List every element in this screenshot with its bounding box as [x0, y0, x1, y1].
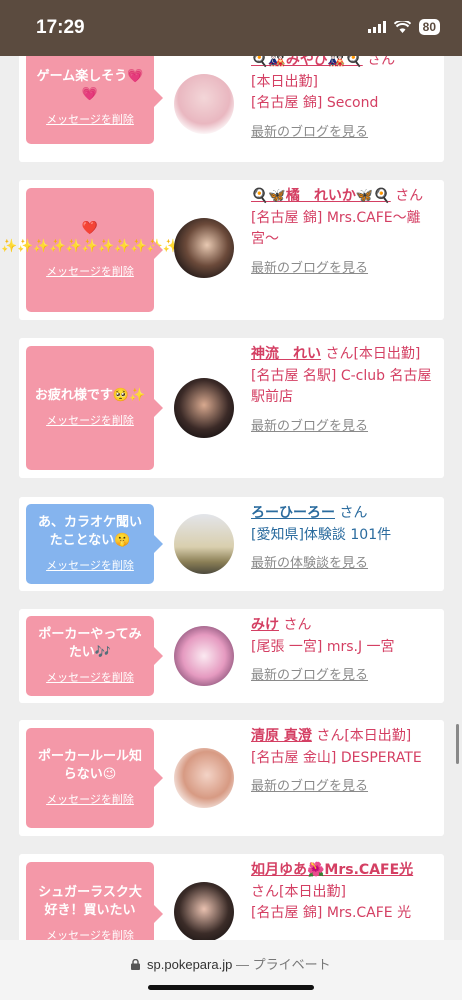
profile-info: みけ さん [尾張 一宮] mrs.J 一宮 最新のブログを見る — [251, 615, 439, 687]
message-bubble: ポーカーやってみたい🎶 メッセージを削除 — [26, 616, 163, 696]
avatar[interactable] — [174, 378, 234, 438]
list-item: ゲーム楽しそう💗💗 メッセージを削除 🍳🎎みやび🎎🍳 さん [本日出勤] [名古… — [19, 56, 444, 162]
latest-blog-link[interactable]: 最新のブログを見る — [251, 123, 439, 143]
attendance-status: [本日出勤] — [251, 73, 318, 90]
shop-name: [尾張 一宮] mrs.J 一宮 — [251, 638, 395, 655]
profile-info: 如月ゆあ🌺Mrs.CAFE光 さん[本日出勤] [名古屋 錦] Mrs.CAFE… — [251, 860, 439, 925]
profile-name-link[interactable]: 清原 真澄 — [251, 728, 312, 744]
message-bubble: ❤️✨✨✨✨✨✨✨✨✨✨✨ メッセージを削除 — [1, 188, 179, 312]
honorific: さん — [339, 505, 368, 521]
message-text: ❤️✨✨✨✨✨✨✨✨✨✨✨ — [0, 221, 180, 254]
shop-name: [名古屋 錦] Second — [251, 95, 379, 112]
url-domain: sp.pokepara.jp — [147, 957, 233, 972]
delete-message-link[interactable]: メッセージを削除 — [46, 671, 134, 686]
latest-blog-link[interactable]: 最新のブログを見る — [251, 666, 439, 686]
avatar[interactable] — [174, 74, 234, 134]
profile-name-link[interactable]: みけ — [251, 617, 279, 633]
delete-message-link[interactable]: メッセージを削除 — [46, 113, 134, 128]
delete-message-link[interactable]: メッセージを削除 — [46, 559, 134, 574]
message-text: ゲーム楽しそう💗💗 — [36, 69, 144, 102]
latest-blog-link[interactable]: 最新のブログを見る — [251, 777, 439, 797]
status-bar: 17:29 80 — [0, 0, 462, 56]
delete-message-link[interactable]: メッセージを削除 — [46, 793, 134, 808]
latest-blog-link[interactable]: 最新のブログを見る — [251, 417, 439, 437]
honorific: さん — [367, 56, 396, 68]
message-text: お疲れ様です🥺✨ — [34, 387, 146, 403]
url-text[interactable]: sp.pokepara.jp — プライベート — [0, 954, 462, 973]
shop-name: [名古屋 錦] Mrs.CAFE 光 — [251, 905, 412, 922]
battery-icon: 80 — [418, 19, 440, 35]
shop-name: [名古屋 金山] DESPERATE — [251, 749, 422, 766]
shop-name: [愛知県]体験談 101件 — [251, 526, 392, 543]
list-item: あ、カラオケ聞いたことない🤫 メッセージを削除 ろーひーろー さん [愛知県]体… — [19, 497, 444, 591]
latest-report-link[interactable]: 最新の体験談を見る — [251, 554, 439, 574]
message-text: ポーカーやってみたい🎶 — [38, 627, 142, 660]
profile-info: 🍳🦋橘 れいか🦋🍳 さん [名古屋 錦] Mrs.CAFE〜離宮〜 最新のブログ… — [251, 186, 439, 279]
honorific: さん — [283, 617, 312, 633]
profile-info: 清原 真澄 さん[本日出勤] [名古屋 金山] DESPERATE 最新のブログ… — [251, 726, 439, 798]
shop-name: [名古屋 錦] Mrs.CAFE〜離宮〜 — [251, 209, 421, 248]
profile-name-link[interactable]: 神流 れい — [251, 346, 321, 362]
avatar[interactable] — [174, 626, 234, 686]
message-bubble: ゲーム楽しそう💗💗 メッセージを削除 — [26, 56, 163, 144]
latest-blog-link[interactable]: 最新のブログを見る — [251, 259, 439, 279]
honorific: さん[本日出勤] — [316, 728, 412, 744]
honorific: さん — [395, 188, 424, 204]
list-item: ポーカールール知らない😉 メッセージを削除 清原 真澄 さん[本日出勤] [名古… — [19, 720, 444, 836]
privacy-label: — プライベート — [235, 957, 331, 972]
message-bubble: シュガーラスク大好き！買いたい メッセージを削除 — [26, 862, 163, 940]
shop-name: [名古屋 名駅] C-club 名古屋駅前店 — [251, 367, 432, 406]
home-indicator[interactable] — [148, 985, 314, 990]
signal-icon — [367, 21, 386, 33]
profile-info: 🍳🎎みやび🎎🍳 さん [本日出勤] [名古屋 錦] Second 最新のブログを… — [251, 56, 439, 143]
profile-info: ろーひーろー さん [愛知県]体験談 101件 最新の体験談を見る — [251, 503, 439, 575]
profile-name-link[interactable]: 🍳🎎みやび🎎🍳 — [251, 56, 363, 68]
delete-message-link[interactable]: メッセージを削除 — [46, 414, 134, 429]
message-feed[interactable]: ゲーム楽しそう💗💗 メッセージを削除 🍳🎎みやび🎎🍳 さん [本日出勤] [名古… — [0, 56, 462, 940]
status-icons: 80 — [367, 19, 440, 35]
status-time: 17:29 — [36, 17, 85, 38]
url-bar[interactable]: sp.pokepara.jp — プライベート — [0, 940, 462, 1000]
lock-icon — [131, 958, 141, 970]
avatar[interactable] — [174, 218, 234, 278]
list-item: ❤️✨✨✨✨✨✨✨✨✨✨✨ メッセージを削除 🍳🦋橘 れいか🦋🍳 さん [名古屋… — [1, 180, 444, 320]
wifi-icon — [393, 21, 411, 33]
message-text: ポーカールール知らない😉 — [37, 749, 142, 782]
message-bubble: お疲れ様です🥺✨ メッセージを削除 — [26, 346, 163, 470]
avatar[interactable] — [174, 882, 234, 940]
profile-name-link[interactable]: ろーひーろー — [251, 505, 335, 521]
avatar[interactable] — [174, 748, 234, 808]
honorific: さん[本日出勤] — [251, 883, 346, 900]
message-bubble: あ、カラオケ聞いたことない🤫 メッセージを削除 — [26, 504, 163, 584]
message-text: シュガーラスク大好き！買いたい — [38, 885, 142, 918]
message-text: あ、カラオケ聞いたことない🤫 — [37, 515, 142, 548]
profile-name-link[interactable]: 如月ゆあ🌺Mrs.CAFE光 — [251, 862, 413, 878]
list-item: お疲れ様です🥺✨ メッセージを削除 神流 れい さん[本日出勤] [名古屋 名駅… — [19, 338, 444, 478]
avatar[interactable] — [174, 514, 234, 574]
profile-name-link[interactable]: 🍳🦋橘 れいか🦋🍳 — [251, 188, 391, 204]
delete-message-link[interactable]: メッセージを削除 — [46, 265, 134, 280]
list-item: ポーカーやってみたい🎶 メッセージを削除 みけ さん [尾張 一宮] mrs.J… — [19, 609, 444, 703]
honorific: さん[本日出勤] — [325, 346, 421, 362]
delete-message-link[interactable]: メッセージを削除 — [46, 929, 134, 940]
profile-info: 神流 れい さん[本日出勤] [名古屋 名駅] C-club 名古屋駅前店 最新… — [251, 344, 439, 437]
message-bubble: ポーカールール知らない😉 メッセージを削除 — [26, 728, 163, 828]
scroll-indicator[interactable] — [456, 724, 459, 764]
list-item: シュガーラスク大好き！買いたい メッセージを削除 如月ゆあ🌺Mrs.CAFE光 … — [19, 854, 444, 940]
